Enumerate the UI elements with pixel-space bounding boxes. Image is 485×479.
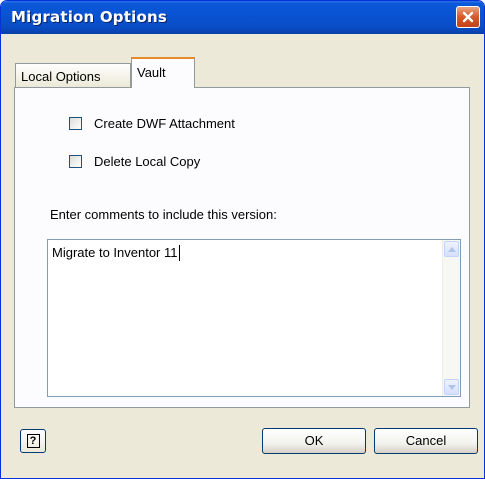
scroll-down-button[interactable] (444, 379, 459, 395)
vertical-scrollbar[interactable] (442, 240, 460, 396)
scroll-up-arrow-icon (447, 246, 456, 252)
tab-local-options[interactable]: Local Options (15, 63, 131, 87)
delete-local-copy-checkbox-box[interactable] (69, 155, 82, 168)
scroll-up-button[interactable] (444, 241, 459, 257)
tab-vault[interactable]: Vault (131, 57, 195, 88)
title-bar[interactable]: Migration Options (1, 1, 484, 34)
ok-button[interactable]: OK (262, 428, 366, 454)
cancel-button[interactable]: Cancel (374, 428, 478, 454)
tab-vault-label: Vault (137, 65, 166, 80)
tab-local-options-label: Local Options (21, 69, 101, 84)
comments-label: Enter comments to include this version: (50, 207, 277, 222)
create-dwf-attachment-checkbox[interactable]: Create DWF Attachment (69, 116, 235, 131)
delete-local-copy-label: Delete Local Copy (94, 154, 201, 169)
close-button[interactable] (456, 6, 480, 28)
window-title: Migration Options (11, 8, 167, 26)
vault-tab-panel: Create DWF Attachment Delete Local Copy … (14, 87, 470, 408)
comments-textarea[interactable]: Migrate to Inventor 11 (47, 239, 461, 397)
create-dwf-attachment-checkbox-box[interactable] (69, 117, 82, 130)
delete-local-copy-checkbox[interactable]: Delete Local Copy (69, 154, 200, 169)
help-icon: ? (26, 434, 40, 448)
close-icon (462, 11, 474, 23)
text-caret (179, 245, 180, 261)
migration-options-dialog: Migration Options Local Options Vault Cr… (0, 0, 485, 479)
scroll-down-arrow-icon (447, 384, 456, 390)
help-button[interactable]: ? (20, 429, 46, 453)
create-dwf-attachment-label: Create DWF Attachment (94, 116, 235, 131)
comments-text: Migrate to Inventor 11 (52, 245, 178, 260)
